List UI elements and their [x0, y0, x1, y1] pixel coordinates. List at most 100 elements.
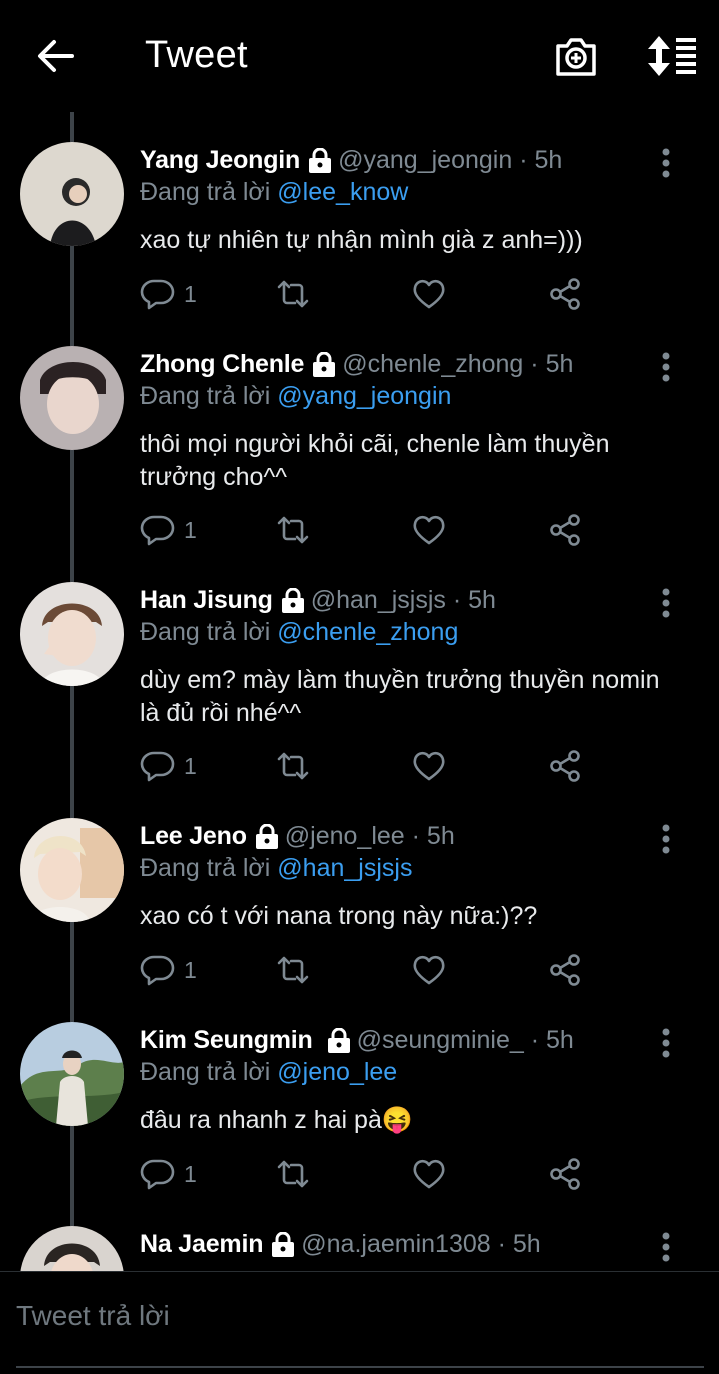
reply-icon: [140, 278, 176, 310]
like-icon: [412, 750, 446, 782]
share-icon: [548, 513, 582, 547]
thread-line: [70, 450, 74, 582]
display-name[interactable]: Kim Seungmin: [140, 1026, 313, 1055]
tweet-text: xao tự nhiên tự nhận mình già z anh=))): [140, 226, 583, 254]
tweet-header: Han Jisung @han_jsjsjs · 5h: [140, 586, 496, 615]
share-button[interactable]: [548, 746, 582, 786]
reply-button[interactable]: 1: [140, 1154, 197, 1194]
replying-to-label: Đang trả lời: [140, 178, 271, 206]
back-arrow-icon[interactable]: [36, 36, 76, 76]
reply-button[interactable]: 1: [140, 274, 197, 314]
camera-plus-icon[interactable]: [554, 34, 598, 78]
more-vertical-icon[interactable]: [652, 822, 680, 862]
share-button[interactable]: [548, 274, 582, 314]
avatar[interactable]: [20, 818, 124, 922]
share-icon: [548, 749, 582, 783]
thread-line: [70, 1126, 74, 1226]
thread-line: [70, 922, 74, 1022]
replying-to: Đang trả lời @chenle_zhong: [140, 618, 458, 647]
display-name[interactable]: Lee Jeno: [140, 822, 247, 851]
thread-line: [70, 246, 74, 346]
tweet-actions: 1: [140, 746, 600, 786]
reply-count: 1: [184, 752, 197, 779]
mention-link[interactable]: @yang_jeongin: [277, 382, 451, 410]
mention-link[interactable]: @jeno_lee: [277, 1058, 397, 1086]
tweet-time: · 5h: [530, 1026, 574, 1054]
replying-to: Đang trả lời @han_jsjsjs: [140, 854, 412, 883]
mention-link[interactable]: @lee_know: [277, 178, 408, 206]
more-vertical-icon[interactable]: [652, 146, 680, 186]
sort-icon[interactable]: [646, 34, 698, 78]
retweet-button[interactable]: [274, 1154, 312, 1194]
retweet-button[interactable]: [274, 510, 312, 550]
avatar[interactable]: [20, 1022, 124, 1126]
like-button[interactable]: [412, 274, 446, 314]
share-button[interactable]: [548, 950, 582, 990]
tweet-header: Kim Seungmin @seungminie_ · 5h: [140, 1026, 574, 1055]
reply-count: 1: [184, 1160, 197, 1187]
like-button[interactable]: [412, 510, 446, 550]
user-handle: @han_jsjsjs: [310, 586, 446, 614]
reply-button[interactable]: 1: [140, 746, 197, 786]
replying-to-label: Đang trả lời: [140, 854, 271, 882]
tweet-text: dùy em? mày làm thuyền trưởng thuyền nom…: [140, 666, 660, 727]
retweet-icon: [274, 954, 312, 986]
like-button[interactable]: [412, 950, 446, 990]
tweet-text: xao có t với nana trong này nữa:)??: [140, 902, 538, 930]
display-name[interactable]: Han Jisung: [140, 586, 273, 615]
tweet-text: đâu ra nhanh z hai pà😝: [140, 1106, 413, 1134]
top-app-bar: Tweet: [0, 0, 719, 112]
share-button[interactable]: [548, 1154, 582, 1194]
tweet-time: · 5h: [519, 146, 563, 174]
replying-to-label: Đang trả lời: [140, 382, 271, 410]
lock-icon: [310, 351, 338, 378]
share-button[interactable]: [548, 510, 582, 550]
retweet-icon: [274, 750, 312, 782]
share-icon: [548, 277, 582, 311]
input-underline: [16, 1366, 704, 1368]
display-name[interactable]: Na Jaemin: [140, 1230, 263, 1259]
more-vertical-icon[interactable]: [652, 586, 680, 626]
share-icon: [548, 1157, 582, 1191]
user-handle: @yang_jeongin: [338, 146, 513, 174]
like-button[interactable]: [412, 746, 446, 786]
share-icon: [548, 953, 582, 987]
tweet-text: thôi mọi người khỏi cãi, chenle làm thuy…: [140, 430, 610, 491]
replying-to: Đang trả lời @yang_jeongin: [140, 382, 451, 411]
reply-count: 1: [184, 956, 197, 983]
more-vertical-icon[interactable]: [652, 350, 680, 390]
reply-count: 1: [184, 280, 197, 307]
retweet-icon: [274, 514, 312, 546]
retweet-button[interactable]: [274, 746, 312, 786]
tweet-actions: 1: [140, 950, 600, 990]
thread-line: [70, 686, 74, 818]
avatar[interactable]: [20, 582, 124, 686]
reply-icon: [140, 1158, 176, 1190]
reply-input[interactable]: Tweet trả lời: [16, 1300, 170, 1332]
display-name[interactable]: Zhong Chenle: [140, 350, 304, 379]
like-icon: [412, 514, 446, 546]
reply-button[interactable]: 1: [140, 510, 197, 550]
like-icon: [412, 1158, 446, 1190]
page-title: Tweet: [145, 34, 248, 76]
more-vertical-icon[interactable]: [652, 1230, 680, 1270]
lock-icon: [269, 1231, 297, 1258]
lock-icon: [253, 823, 281, 850]
display-name[interactable]: Yang Jeongin: [140, 146, 300, 175]
reply-icon: [140, 750, 176, 782]
reply-count: 1: [184, 516, 197, 543]
more-vertical-icon[interactable]: [652, 1026, 680, 1066]
mention-link[interactable]: @chenle_zhong: [277, 618, 458, 646]
lock-icon: [279, 587, 307, 614]
retweet-button[interactable]: [274, 274, 312, 314]
tweet-time: · 5h: [452, 586, 496, 614]
tweet-header: Yang Jeongin @yang_jeongin · 5h: [140, 146, 562, 175]
replying-to-label: Đang trả lời: [140, 618, 271, 646]
reply-button[interactable]: 1: [140, 950, 197, 990]
avatar[interactable]: [20, 142, 124, 246]
replying-to: Đang trả lời @jeno_lee: [140, 1058, 397, 1087]
like-button[interactable]: [412, 1154, 446, 1194]
mention-link[interactable]: @han_jsjsjs: [277, 854, 412, 882]
retweet-button[interactable]: [274, 950, 312, 990]
avatar[interactable]: [20, 346, 124, 450]
